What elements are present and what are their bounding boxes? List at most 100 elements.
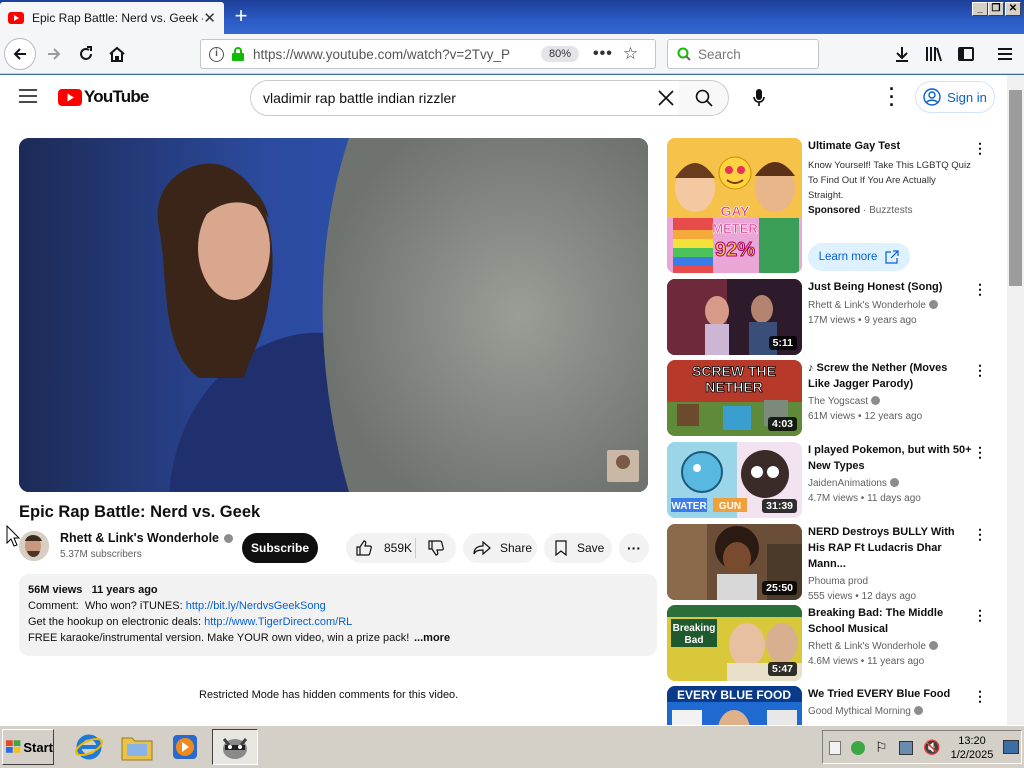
reload-button[interactable] <box>72 40 100 68</box>
show-desktop-icon[interactable] <box>1003 740 1019 754</box>
lock-icon <box>232 47 244 61</box>
video-meta: 555 views • 12 days ago <box>808 591 917 602</box>
start-label: Start <box>23 739 53 755</box>
recommended-video[interactable]: 25:50 NERD Destroys BULLY With His RAP F… <box>667 524 1007 602</box>
recommended-video[interactable]: Breaking Bad 5:47 Breaking Bad: The Middl… <box>667 605 1007 681</box>
recommended-video[interactable]: WATER GUN 31:39 I played Pokemon, but wit… <box>667 442 1007 518</box>
video-thumbnail[interactable]: WATER GUN 31:39 <box>667 442 802 518</box>
youtube-search-input[interactable]: vladimir rap battle indian rizzler <box>250 80 680 116</box>
video-thumbnail[interactable]: Breaking Bad 5:47 <box>667 605 802 681</box>
flag-icon[interactable]: ⚐ <box>875 739 888 756</box>
zoom-level-button[interactable]: 80% <box>541 46 580 62</box>
thumbnail-art: EVERY BLUE FOOD <box>667 686 802 725</box>
account-icon <box>923 88 941 106</box>
guide-menu-button[interactable] <box>19 89 37 103</box>
share-button[interactable]: Share <box>463 533 537 563</box>
start-button[interactable]: Start <box>2 729 54 765</box>
dislike-button[interactable] <box>416 540 456 556</box>
library-icon <box>926 47 942 62</box>
video-description[interactable]: 56M views 11 years ago Comment: Who won?… <box>19 574 657 656</box>
video-player[interactable] <box>19 138 648 492</box>
sponsored-ad[interactable]: GAY METER 92% Ultimate Gay Test Know You… <box>667 138 1007 273</box>
youtube-search-button[interactable] <box>679 80 729 116</box>
channel-name-link[interactable]: Rhett & Link's Wonderhole <box>60 531 233 545</box>
close-window-button[interactable]: ✕ <box>1005 2 1021 16</box>
advertiser-name: Buzztests <box>869 205 913 216</box>
channel-name: The Yogscast <box>808 396 869 407</box>
more-options-icon[interactable]: ⋮ <box>973 140 987 156</box>
browser-search-input[interactable]: Search <box>667 39 819 69</box>
notepad-icon[interactable] <box>829 741 841 755</box>
ad-title: Ultimate Gay Test <box>808 140 901 152</box>
save-button[interactable]: Save <box>544 533 612 563</box>
more-options-icon[interactable]: ⋮ <box>973 607 987 623</box>
like-dislike-group: 859K <box>346 533 456 563</box>
app-menu-button[interactable] <box>991 40 1019 68</box>
show-more-button[interactable]: ...more <box>414 630 450 646</box>
settings-menu-button[interactable]: · · · <box>885 80 899 114</box>
verified-badge-icon <box>889 478 899 487</box>
media-player-icon <box>173 735 197 759</box>
like-button[interactable]: 859K <box>346 538 416 558</box>
more-options-icon[interactable]: ⋮ <box>973 444 987 460</box>
channel-avatar[interactable] <box>19 531 49 561</box>
restore-button[interactable]: ❐ <box>988 2 1004 16</box>
channel-name: Rhett & Link's Wonderhole <box>808 300 926 311</box>
video-info: NERD Destroys BULLY With His RAP Ft Luda… <box>808 524 972 604</box>
firefox-taskbar-button[interactable] <box>212 729 258 765</box>
more-options-icon[interactable]: ⋮ <box>973 281 987 297</box>
file-explorer-button[interactable] <box>114 729 160 765</box>
sponsored-label: Sponsored <box>808 205 861 216</box>
video-thumbnail[interactable]: SCREW THE NETHER 4:03 <box>667 360 802 436</box>
view-count: 555 views <box>808 591 853 602</box>
page-actions-icon[interactable]: ••• <box>593 45 613 63</box>
subscribe-button[interactable]: Subscribe <box>242 533 318 563</box>
recommended-video[interactable]: SCREW THE NETHER 4:03 ♪ Screw the Nether … <box>667 360 1007 436</box>
video-thumbnail[interactable]: 5:11 <box>667 279 802 355</box>
more-options-icon[interactable]: ⋮ <box>973 688 987 704</box>
ad-thumbnail[interactable]: GAY METER 92% <box>667 138 802 273</box>
learn-more-button[interactable]: Learn more <box>808 243 910 271</box>
verified-badge-icon <box>928 641 938 650</box>
forward-button[interactable] <box>40 40 68 68</box>
video-title: Epic Rap Battle: Nerd vs. Geek <box>19 503 261 521</box>
more-options-icon[interactable]: ⋮ <box>973 362 987 378</box>
voice-search-button[interactable] <box>744 83 774 113</box>
windows-taskbar: Start ⚐ 🔇 13:20 1/2/2025 <box>0 725 1024 768</box>
video-title: We Tried EVERY Blue Food <box>808 688 951 700</box>
volume-muted-icon[interactable]: 🔇 <box>923 739 940 756</box>
svg-text:NETHER: NETHER <box>705 379 763 395</box>
bookmark-star-icon[interactable]: ☆ <box>623 44 638 64</box>
media-player-button[interactable] <box>162 729 208 765</box>
home-button[interactable] <box>103 40 131 68</box>
sign-in-button[interactable]: Sign in <box>915 81 995 113</box>
info-icon[interactable]: i <box>209 46 224 62</box>
external-link-icon <box>885 250 900 264</box>
security-shield-icon[interactable] <box>851 741 865 755</box>
url-bar[interactable]: i https://www.youtube.com/watch?v=2Tvy_P… <box>200 39 656 69</box>
tab-close-icon[interactable]: ✕ <box>203 9 216 27</box>
scrollbar-thumb[interactable] <box>1009 90 1022 286</box>
new-tab-button[interactable]: + <box>230 5 252 28</box>
tigerdirect-link[interactable]: http://www.TigerDirect.com/RL <box>204 616 352 628</box>
more-actions-icon[interactable]: ··· <box>619 533 649 563</box>
back-button[interactable] <box>4 38 36 70</box>
more-options-icon[interactable]: ⋮ <box>973 526 987 542</box>
video-thumbnail[interactable]: EVERY BLUE FOOD <box>667 686 802 725</box>
clear-search-icon[interactable] <box>658 90 674 106</box>
browser-tab[interactable]: Epic Rap Battle: Nerd vs. Geek - YouTube… <box>0 2 224 34</box>
minimize-button[interactable]: _ <box>972 2 988 16</box>
clock[interactable]: 13:20 1/2/2025 <box>947 734 997 762</box>
downloads-button[interactable] <box>888 40 916 68</box>
library-button[interactable] <box>920 40 948 68</box>
internet-explorer-button[interactable] <box>66 729 112 765</box>
youtube-logo[interactable]: YouTube <box>58 87 149 107</box>
video-thumbnail[interactable]: 25:50 <box>667 524 802 600</box>
folder-icon <box>121 737 153 761</box>
recommended-video[interactable]: 5:11 Just Being Honest (Song) Rhett & Li… <box>667 279 1007 355</box>
sidebar-toggle-button[interactable] <box>952 40 980 68</box>
ad-description: Know Yourself! Take This LGBTQ Quiz To F… <box>808 160 971 201</box>
network-icon[interactable] <box>899 741 913 755</box>
itunes-link[interactable]: http://bit.ly/NerdvsGeekSong <box>186 600 326 612</box>
recommended-video[interactable]: EVERY BLUE FOOD We Tried EVERY Blue Food… <box>667 686 1007 725</box>
